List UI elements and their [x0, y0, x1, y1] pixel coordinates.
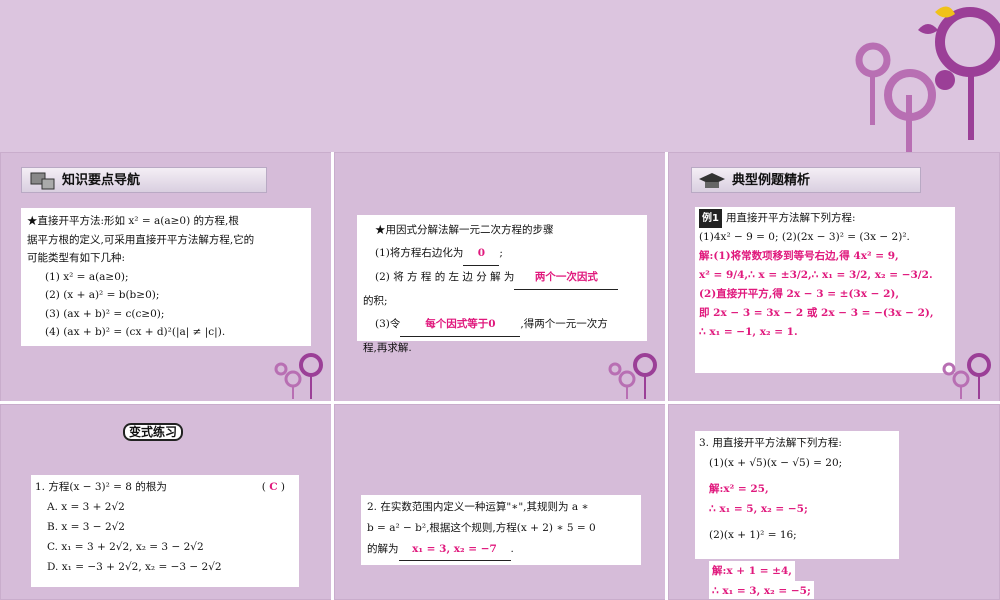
text-line: (2) (x + a)² = b(b≥0);: [45, 289, 160, 301]
exercise-3-q1: (1)(x + √5)(x − √5) = 20;: [709, 457, 843, 469]
logo-decoration: [855, 6, 1000, 152]
text-line: 可能类型有如下几种:: [27, 252, 126, 264]
option-a: A. x = 3 + 2√2: [47, 501, 125, 513]
section-header-example: 典型例题精析: [691, 167, 921, 193]
step-1: (1)将方程右边化为 0;: [363, 242, 641, 266]
answer-line: x² = 9/4,∴ x = ±3/2,∴ x₁ = 3/2, x₂ = −3/…: [699, 269, 933, 281]
exercise-1-question: 1. 方程(x − 3)² = 8 的根为( C ): [35, 481, 285, 493]
exercise-3-title: 3. 用直接开平方法解下列方程:: [699, 437, 842, 449]
grid-divider: [331, 152, 334, 600]
answer-line: 解:(1)将常数项移到等号右边,得 4x² = 9,: [699, 250, 899, 262]
exercise-3-q2: (2)(x + 1)² = 16;: [709, 529, 797, 541]
exercise-3-a1-line1: 解:x² = 25,: [709, 483, 769, 495]
exercise-badge: 变式练习: [123, 423, 199, 443]
graduation-cap-icon: [699, 173, 725, 188]
exercise-2-line-1: 2. 在实数范围内定义一种运算"∗",其规则为 a ∗: [367, 501, 589, 513]
text-line: 据平方根的定义,可采用直接开平方法解方程,它的: [27, 233, 255, 246]
text-line: (1) x² = a(a≥0);: [45, 270, 129, 283]
text-line: (4) (ax + b)² = (cx + d)²(|a| ≠ |c|).: [45, 326, 226, 338]
flower-decoration: [274, 353, 323, 399]
example-content-box: 例1 用直接开平方法解下列方程: (1)4x² − 9 = 0; (2)(2x −…: [695, 207, 955, 373]
knowledge-content-box: ★直接开平方法:形如 x² = a(a≥0) 的方程,根 据平方根的定义,可采用…: [21, 208, 311, 346]
step-2-cont: 的积;: [363, 295, 388, 307]
exercise-2-box: 2. 在实数范围内定义一种运算"∗",其规则为 a ∗ b = a² − b²,…: [361, 495, 641, 565]
example-items: (1)4x² − 9 = 0; (2)(2x − 3)² = (3x − 2)²…: [699, 231, 910, 243]
step-3: (3)令 每个因式等于0 ,得两个一元一次方: [363, 313, 641, 337]
steps-title: ★用因式分解法解一元二次方程的步骤: [375, 224, 554, 236]
factoring-content-box: ★用因式分解法解一元二次方程的步骤 (1)将方程右边化为 0; (2) 将 方 程…: [357, 215, 647, 354]
step-3-answer: 每个因式等于0: [400, 313, 521, 337]
step-2: (2) 将 方 程 的 左 边 分 解 为两个一次因式: [363, 266, 641, 290]
step-2-answer: 两个一次因式: [514, 266, 619, 290]
answer-line: 即 2x − 3 = 3x − 2 或 2x − 3 = −(3x − 2),: [699, 307, 934, 319]
computer-icon: [30, 172, 55, 190]
exercise-2-line-2: b = a² − b²,根据这个规则,方程(x + 2) ∗ 5 = 0: [367, 522, 596, 534]
option-c: C. x₁ = 3 + 2√2, x₂ = 3 − 2√2: [47, 541, 204, 553]
panel-example: 典型例题精析 例1 用直接开平方法解下列方程: (1)4x² − 9 = 0; (…: [668, 152, 1000, 402]
panel-exercise-3: 3. 用直接开平方法解下列方程: (1)(x + √5)(x − √5) = 2…: [668, 404, 1000, 600]
section-header-knowledge: 知识要点导航: [21, 167, 267, 193]
exercise-2-line-3: 的解为 x₁ = 3, x₂ = −7.: [367, 539, 635, 561]
text-line: ★直接开平方法:形如 x² = a(a≥0) 的方程,根: [27, 215, 239, 227]
panel-factoring-steps: ★用因式分解法解一元二次方程的步骤 (1)将方程右边化为 0; (2) 将 方 程…: [334, 152, 666, 402]
step-1-answer: 0: [463, 242, 500, 266]
option-d: D. x₁ = −3 + 2√2, x₂ = −3 − 2√2: [47, 561, 222, 573]
step-3-cont: 程,再求解.: [363, 342, 412, 354]
panel-exercise-2: 2. 在实数范围内定义一种运算"∗",其规则为 a ∗ b = a² − b²,…: [334, 404, 666, 600]
exercise-3-a1-line2: ∴ x₁ = 5, x₂ = −5;: [709, 503, 808, 515]
header-text: 知识要点导航: [62, 173, 141, 188]
example-tag: 例1: [699, 209, 722, 228]
exercise-3-box-1: 3. 用直接开平方法解下列方程: (1)(x + √5)(x − √5) = 2…: [695, 431, 899, 559]
panel-knowledge: 知识要点导航 ★直接开平方法:形如 x² = a(a≥0) 的方程,根 据平方根…: [0, 152, 332, 402]
grid-divider: [665, 152, 668, 600]
text-line: (3) (ax + b)² = c(c≥0);: [45, 307, 165, 320]
exercise-1-box: 1. 方程(x − 3)² = 8 的根为( C ) A. x = 3 + 2√…: [31, 475, 299, 587]
exercise-3-a2-line1: 解:x + 1 = ±4,: [709, 561, 795, 581]
exercise-3-box-2: 解:x + 1 = ±4, ∴ x₁ = 3, x₂ = −5;: [705, 561, 814, 599]
flower-decoration: [942, 353, 991, 399]
example-question: 例1 用直接开平方法解下列方程:: [699, 209, 951, 228]
panel-exercise-1: 变式练习 1. 方程(x − 3)² = 8 的根为( C ) A. x = 3…: [0, 404, 332, 600]
exercise-2-answer: x₁ = 3, x₂ = −7: [398, 539, 511, 561]
exercise-3-a2-line2: ∴ x₁ = 3, x₂ = −5;: [709, 581, 814, 599]
answer-line: ∴ x₁ = −1, x₂ = 1.: [699, 326, 798, 338]
exercise-1-answer: C: [269, 481, 278, 493]
answer-line: (2)直接开平方,得 2x − 3 = ±(3x − 2),: [699, 288, 900, 300]
option-b: B. x = 3 − 2√2: [47, 521, 125, 533]
flower-decoration: [608, 353, 657, 399]
header-text: 典型例题精析: [732, 173, 811, 188]
grid-divider: [0, 401, 1000, 404]
